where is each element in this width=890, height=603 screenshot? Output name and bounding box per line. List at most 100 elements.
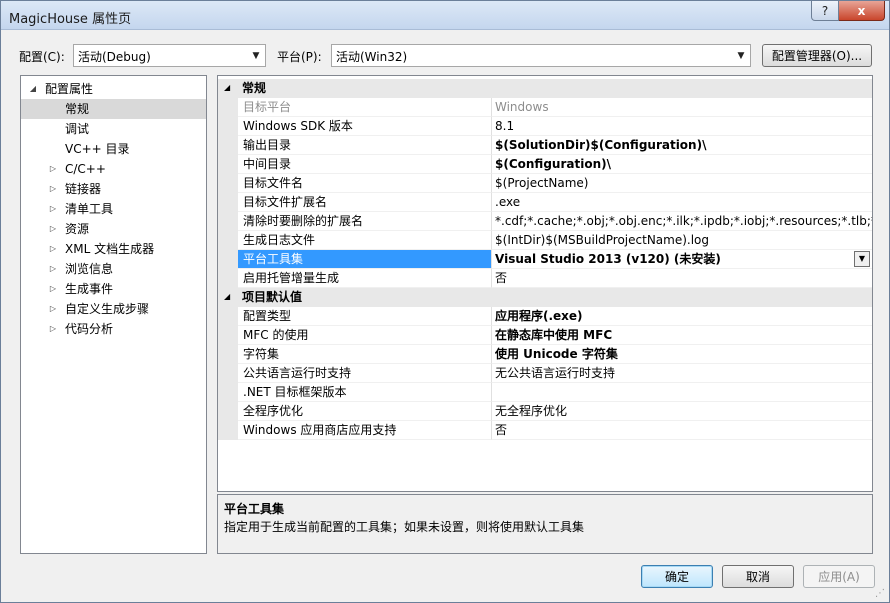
expand-triangle-icon[interactable]: ▷ bbox=[47, 319, 59, 339]
expand-triangle-icon[interactable]: ▷ bbox=[47, 159, 59, 179]
chevron-down-icon: ▼ bbox=[737, 50, 745, 61]
property-category[interactable]: ◢ 项目默认值 bbox=[218, 288, 872, 307]
property-value[interactable]: 否 bbox=[492, 421, 872, 440]
property-value[interactable]: Visual Studio 2013 (v120) (未安装) ▼ bbox=[492, 250, 872, 269]
property-row[interactable]: Windows 应用商店应用支持否 bbox=[218, 421, 872, 440]
property-name: 公共语言运行时支持 bbox=[238, 364, 492, 383]
tree-item[interactable]: ▷ C/C++ bbox=[21, 159, 206, 179]
ok-button[interactable]: 确定 bbox=[641, 565, 713, 588]
resize-grip-icon[interactable]: ⋰ bbox=[875, 588, 887, 600]
tree-item-label: 链接器 bbox=[65, 182, 102, 196]
property-row[interactable]: 输出目录 $(SolutionDir)$(Configuration)\ bbox=[218, 136, 872, 155]
row-gutter bbox=[218, 231, 238, 250]
property-value[interactable]: $(IntDir)$(MSBuildProjectName).log bbox=[492, 231, 872, 250]
property-row[interactable]: 字符集 使用 Unicode 字符集 bbox=[218, 345, 872, 364]
tree-item[interactable]: ▷ 清单工具 bbox=[21, 199, 206, 219]
property-value[interactable]: 应用程序(.exe) bbox=[492, 307, 872, 326]
tree-root-configuration-properties[interactable]: ◢ 配置属性 bbox=[21, 79, 206, 99]
property-row[interactable]: 平台工具集 Visual Studio 2013 (v120) (未安装) ▼ bbox=[218, 250, 872, 269]
expand-triangle-icon[interactable]: ▷ bbox=[47, 299, 59, 319]
property-name: .NET 目标框架版本 bbox=[238, 383, 492, 402]
property-value-text: 使用 Unicode 字符集 bbox=[495, 347, 618, 361]
row-gutter bbox=[218, 326, 238, 345]
expand-triangle-icon[interactable]: ▷ bbox=[47, 179, 59, 199]
description-panel: 平台工具集 指定用于生成当前配置的工具集；如果未设置，则将使用默认工具集 bbox=[217, 494, 873, 554]
cancel-button[interactable]: 取消 bbox=[722, 565, 794, 588]
property-value[interactable]: $(ProjectName) bbox=[492, 174, 872, 193]
property-value[interactable]: 在静态库中使用 MFC bbox=[492, 326, 872, 345]
property-row[interactable]: 配置类型 应用程序(.exe) bbox=[218, 307, 872, 326]
configuration-row: 配置(C): 活动(Debug) ▼ 平台(P): 活动(Win32) ▼ 配置… bbox=[1, 44, 889, 68]
property-grid[interactable]: ◢ 常规 目标平台 Windows Windows SDK 版本 8.1 输出目录 $(Sol… bbox=[217, 75, 873, 492]
property-value[interactable]: 无全程序优化 bbox=[492, 402, 872, 421]
collapse-triangle-icon[interactable]: ◢ bbox=[224, 288, 230, 306]
title-bar[interactable]: MagicHouse 属性页 ? x bbox=[1, 1, 889, 30]
tree-item[interactable]: ▷ XML 文档生成器 bbox=[21, 239, 206, 259]
tree-item-label: C/C++ bbox=[65, 162, 106, 176]
expand-triangle-icon[interactable]: ▷ bbox=[47, 199, 59, 219]
property-row[interactable]: 启用托管增量生成否 bbox=[218, 269, 872, 288]
property-value[interactable]: $(SolutionDir)$(Configuration)\ bbox=[492, 136, 872, 155]
property-row[interactable]: 生成日志文件 $(IntDir)$(MSBuildProjectName).log bbox=[218, 231, 872, 250]
expand-triangle-icon[interactable]: ▷ bbox=[47, 219, 59, 239]
tree-item[interactable]: VC++ 目录 bbox=[21, 139, 206, 159]
property-value[interactable]: .exe bbox=[492, 193, 872, 212]
apply-button[interactable]: 应用(A) bbox=[803, 565, 875, 588]
tree-item[interactable]: ▷ 自定义生成步骤 bbox=[21, 299, 206, 319]
tree-item-label: 常规 bbox=[65, 102, 90, 116]
tree-item[interactable]: ▷ 代码分析 bbox=[21, 319, 206, 339]
property-row[interactable]: 目标文件名 $(ProjectName) bbox=[218, 174, 872, 193]
collapse-triangle-icon[interactable]: ◢ bbox=[224, 79, 230, 97]
tree-item[interactable]: ▷ 资源 bbox=[21, 219, 206, 239]
tree-item[interactable]: ▷ 链接器 bbox=[21, 179, 206, 199]
platform-dropdown[interactable]: 活动(Win32) ▼ bbox=[331, 44, 751, 67]
tree-item[interactable]: 调试 bbox=[21, 119, 206, 139]
configuration-dropdown[interactable]: 活动(Debug) ▼ bbox=[73, 44, 266, 67]
collapse-triangle-icon[interactable]: ◢ bbox=[27, 79, 39, 99]
tree-item[interactable]: ▷ 浏览信息 bbox=[21, 259, 206, 279]
row-gutter bbox=[218, 155, 238, 174]
property-value[interactable]: 使用 Unicode 字符集 bbox=[492, 345, 872, 364]
property-value[interactable]: 无公共语言运行时支持 bbox=[492, 364, 872, 383]
property-value[interactable]: 否 bbox=[492, 269, 872, 288]
property-row[interactable]: Windows SDK 版本 8.1 bbox=[218, 117, 872, 136]
property-name: 全程序优化 bbox=[238, 402, 492, 421]
row-gutter bbox=[218, 174, 238, 193]
expand-triangle-icon[interactable]: ▷ bbox=[47, 239, 59, 259]
property-value[interactable]: $(Configuration)\ bbox=[492, 155, 872, 174]
property-row[interactable]: 全程序优化 无全程序优化 bbox=[218, 402, 872, 421]
property-value-text: 应用程序(.exe) bbox=[495, 309, 583, 323]
category-tree[interactable]: ◢ 配置属性 常规调试 VC++ 目录 ▷ C/C++ ▷ 链接器 ▷ 清单工具 ▷ 资源 ▷ XML… bbox=[20, 75, 207, 554]
property-value[interactable] bbox=[492, 383, 872, 402]
tree-item[interactable]: ▷ 生成事件 bbox=[21, 279, 206, 299]
dropdown-arrow-icon[interactable]: ▼ bbox=[854, 251, 870, 267]
row-gutter bbox=[218, 307, 238, 326]
property-row[interactable]: MFC 的使用 在静态库中使用 MFC bbox=[218, 326, 872, 345]
property-category[interactable]: ◢ 常规 bbox=[218, 79, 872, 98]
help-button[interactable]: ? bbox=[811, 1, 839, 21]
property-row[interactable]: 公共语言运行时支持 无公共语言运行时支持 bbox=[218, 364, 872, 383]
description-text: 指定用于生成当前配置的工具集；如果未设置，则将使用默认工具集 bbox=[224, 520, 585, 534]
property-value[interactable]: *.cdf;*.cache;*.obj;*.obj.enc;*.ilk;*.ip… bbox=[492, 212, 872, 231]
property-row[interactable]: .NET 目标框架版本 bbox=[218, 383, 872, 402]
expand-triangle-icon[interactable]: ▷ bbox=[47, 279, 59, 299]
property-value[interactable]: 8.1 bbox=[492, 117, 872, 136]
property-row[interactable]: 目标平台 Windows bbox=[218, 98, 872, 117]
property-row[interactable]: 目标文件扩展名 .exe bbox=[218, 193, 872, 212]
property-row[interactable]: 清除时要删除的扩展名 *.cdf;*.cache;*.obj;*.obj.enc;… bbox=[218, 212, 872, 231]
row-gutter bbox=[218, 250, 238, 269]
property-name: 目标文件名 bbox=[238, 174, 492, 193]
property-row[interactable]: 中间目录 $(Configuration)\ bbox=[218, 155, 872, 174]
tree-item-label: 浏览信息 bbox=[65, 262, 114, 276]
expand-triangle-icon[interactable]: ▷ bbox=[47, 259, 59, 279]
tree-item[interactable]: 常规 bbox=[21, 99, 206, 119]
property-name: 输出目录 bbox=[238, 136, 492, 155]
tree-item-label: VC++ 目录 bbox=[65, 142, 130, 156]
close-button[interactable]: x bbox=[839, 1, 885, 21]
tree-item-label: 清单工具 bbox=[65, 202, 114, 216]
property-name: 字符集 bbox=[238, 345, 492, 364]
configuration-manager-button[interactable]: 配置管理器(O)... bbox=[762, 44, 872, 67]
row-gutter bbox=[218, 402, 238, 421]
property-value[interactable]: Windows bbox=[492, 98, 872, 117]
property-value-text: $(IntDir)$(MSBuildProjectName).log bbox=[495, 233, 710, 247]
